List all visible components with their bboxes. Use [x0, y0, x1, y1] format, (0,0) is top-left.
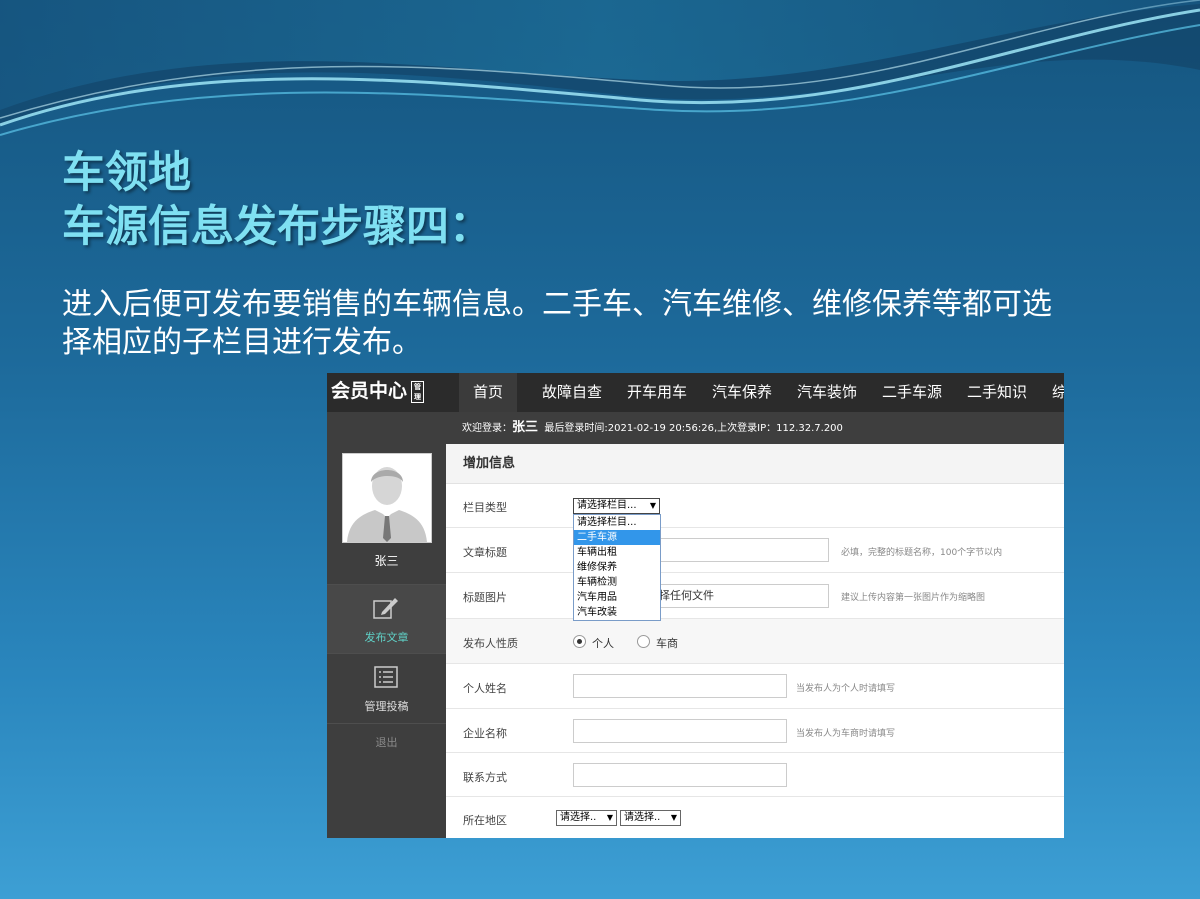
- category-select-value: 请选择栏目...: [577, 500, 637, 511]
- row-person-name: 个人姓名 当发布人为个人时请填写: [446, 664, 1064, 709]
- nav-used-cars[interactable]: 二手车源: [882, 373, 942, 412]
- sidebar-item-publish-label: 发布文章: [364, 631, 409, 644]
- wave-decoration: [0, 0, 1200, 136]
- nav-driving[interactable]: 开车用车: [627, 373, 687, 412]
- slide-description: 进入后便可发布要销售的车辆信息。二手车、汽车维修、维修保养等都可选择相应的子栏目…: [62, 287, 1052, 360]
- company-label: 企业名称: [463, 727, 507, 740]
- category-select[interactable]: 请选择栏目... ▼: [573, 498, 660, 514]
- login-info: 最后登录时间:2021-02-19 20:56:26,上次登录IP：112.32…: [544, 423, 843, 434]
- radio-dealer[interactable]: [637, 635, 650, 648]
- dropdown-option[interactable]: 车辆出租: [574, 545, 660, 560]
- contact-label: 联系方式: [463, 771, 507, 784]
- row-article-title: 文章标题 必填，完整的标题名称，100个字节以内: [446, 528, 1064, 573]
- row-publisher-type: 发布人性质 个人 车商: [446, 619, 1064, 664]
- dropdown-option-selected[interactable]: 二手车源: [574, 530, 660, 545]
- sidebar-item-manage[interactable]: 管理投稿: [327, 654, 446, 722]
- edit-icon: [373, 598, 398, 619]
- sidebar-item-logout[interactable]: 退出: [327, 734, 446, 754]
- welcome-prefix: 欢迎登录：: [462, 423, 512, 434]
- chevron-down-icon: ▼: [606, 813, 613, 822]
- nav-home[interactable]: 首页: [459, 373, 518, 412]
- form-title: 增加信息: [446, 444, 1064, 484]
- contact-input[interactable]: [573, 763, 787, 787]
- brand-badge: 管理: [411, 380, 425, 403]
- region-city-select[interactable]: 请选择.. ▼: [620, 810, 681, 826]
- form-panel: 增加信息 栏目类型 请选择栏目... ▼ 文章标题 必填，完整的标题名称，100…: [446, 444, 1064, 838]
- title-image-hint: 建议上传内容第一张图片作为缩略图: [841, 593, 986, 603]
- welcome-bar: 欢迎登录：张三 最后登录时间:2021-02-19 20:56:26,上次登录I…: [446, 412, 1064, 444]
- radio-personal-label: 个人: [592, 637, 614, 650]
- sidebar-username: 张三: [374, 554, 399, 568]
- dropdown-option[interactable]: 请选择栏目...: [574, 515, 660, 530]
- list-icon: [374, 666, 398, 688]
- chevron-down-icon: ▼: [649, 501, 656, 510]
- person-name-label: 个人姓名: [463, 682, 507, 695]
- nav-used-knowledge[interactable]: 二手知识: [967, 373, 1027, 412]
- chevron-down-icon: ▼: [670, 813, 677, 822]
- row-region: 所在地区 请选择.. ▼ 请选择.. ▼: [446, 797, 1064, 838]
- company-input[interactable]: [573, 719, 787, 743]
- region-label: 所在地区: [463, 814, 507, 827]
- category-label: 栏目类型: [463, 501, 507, 514]
- file-button-text: 择任何文件: [659, 589, 714, 602]
- brand-name: 会员中心: [331, 380, 408, 402]
- person-name-input[interactable]: [573, 674, 787, 698]
- dropdown-option[interactable]: 汽车改装: [574, 605, 660, 620]
- user-avatar-icon: [343, 454, 431, 542]
- dropdown-option[interactable]: 汽车用品: [574, 590, 660, 605]
- region-city-value: 请选择..: [624, 812, 661, 823]
- dropdown-option[interactable]: 维修保养: [574, 560, 660, 575]
- slide-title-line1: 车领地: [62, 148, 191, 198]
- row-company: 企业名称 当发布人为车商时请填写: [446, 709, 1064, 753]
- region-province-value: 请选择..: [560, 812, 597, 823]
- article-title-hint: 必填，完整的标题名称，100个字节以内: [841, 548, 1003, 558]
- sidebar-item-manage-label: 管理投稿: [364, 700, 409, 713]
- nav-fault-check[interactable]: 故障自查: [542, 373, 602, 412]
- avatar: [342, 453, 432, 543]
- sidebar-item-publish[interactable]: 发布文章: [327, 585, 446, 653]
- embedded-screenshot: 会员中心 管理 首页 故障自查 开车用车 汽车保养 汽车装饰 二手车源 二手知识 …: [327, 373, 1064, 838]
- nav-decoration[interactable]: 汽车装饰: [797, 373, 857, 412]
- nav-maintenance[interactable]: 汽车保养: [712, 373, 772, 412]
- category-dropdown-list: 请选择栏目... 二手车源 车辆出租 维修保养 车辆检测 汽车用品 汽车改装: [573, 514, 661, 621]
- publisher-type-label: 发布人性质: [463, 637, 518, 650]
- radio-personal[interactable]: [573, 635, 586, 648]
- row-contact: 联系方式: [446, 753, 1064, 797]
- slide-title: 车领地 车源信息发布步骤四：: [62, 146, 492, 254]
- title-image-label: 标题图片: [463, 591, 507, 604]
- article-title-label: 文章标题: [463, 546, 507, 559]
- sidebar-divider: [327, 723, 446, 724]
- top-navbar: 会员中心 管理 首页 故障自查 开车用车 汽车保养 汽车装饰 二手车源 二手知识 …: [327, 373, 1064, 412]
- region-province-select[interactable]: 请选择.. ▼: [556, 810, 617, 826]
- row-title-image: 标题图片 择任何文件 建议上传内容第一张图片作为缩略图: [446, 573, 1064, 619]
- person-name-hint: 当发布人为个人时请填写: [796, 684, 896, 694]
- brand[interactable]: 会员中心 管理: [331, 378, 425, 404]
- row-category: 栏目类型 请选择栏目... ▼: [446, 484, 1064, 528]
- radio-dealer-label: 车商: [656, 637, 678, 650]
- company-hint: 当发布人为车商时请填写: [796, 729, 896, 739]
- dropdown-option[interactable]: 车辆检测: [574, 575, 660, 590]
- slide-title-line2: 车源信息发布步骤四：: [62, 202, 492, 252]
- nav-more[interactable]: 综: [1052, 373, 1064, 412]
- welcome-username: 张三: [512, 420, 539, 435]
- sidebar: 张三 发布文章 管理投稿 退出: [327, 412, 446, 838]
